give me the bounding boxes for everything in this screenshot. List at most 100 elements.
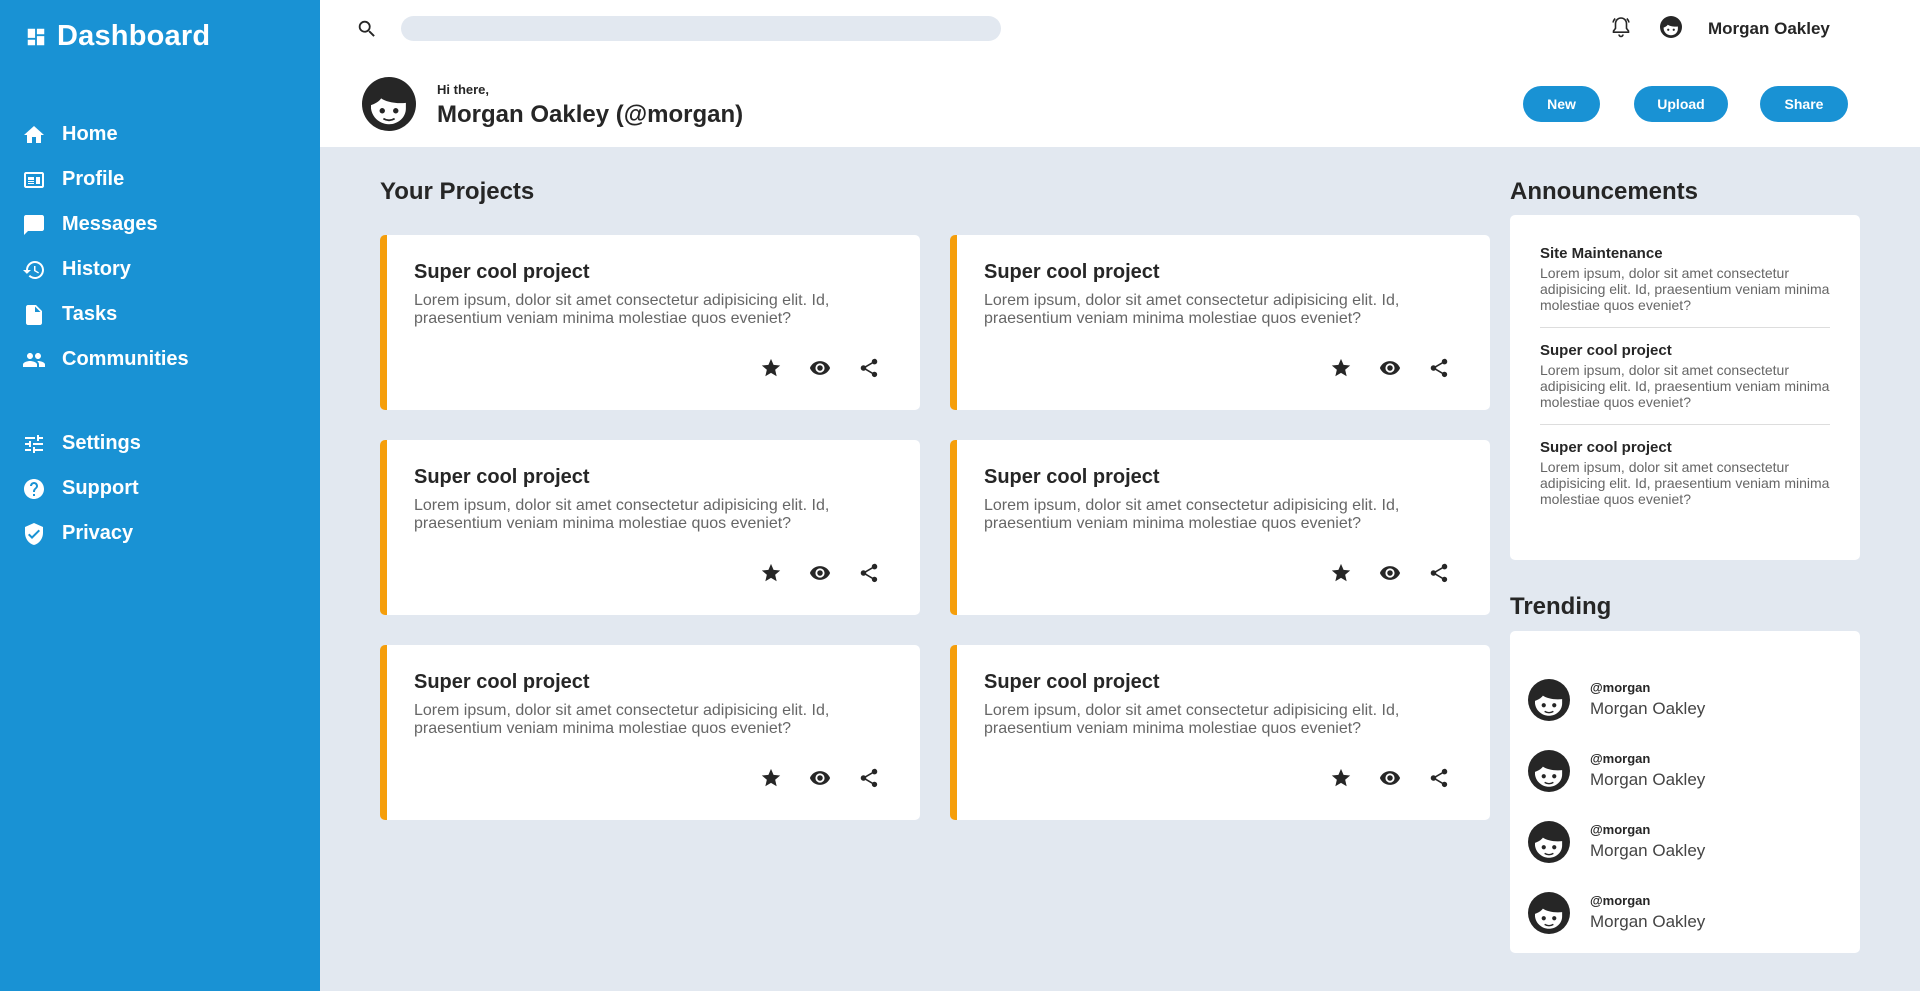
- sidebar-item-support[interactable]: Support: [22, 466, 302, 511]
- announcement-title: Super cool project: [1540, 342, 1672, 359]
- project-description: Lorem ipsum, dolor sit amet consectetur …: [414, 702, 830, 737]
- trending-user-info: @morgan Morgan Oakley: [1590, 822, 1705, 861]
- people-icon: [22, 348, 46, 372]
- share-icon[interactable]: [858, 767, 880, 789]
- new-button[interactable]: New: [1523, 86, 1600, 122]
- star-icon[interactable]: [760, 767, 782, 789]
- project-actions: [760, 562, 880, 584]
- trending-user-info: @morgan Morgan Oakley: [1590, 893, 1705, 932]
- secondary-nav: Settings Support Privacy: [22, 421, 302, 556]
- sidebar-item-tasks[interactable]: Tasks: [22, 292, 302, 337]
- project-title: Super cool project: [414, 466, 590, 488]
- sidebar-item-label: History: [62, 258, 131, 280]
- project-card[interactable]: Super cool project Lorem ipsum, dolor si…: [950, 645, 1490, 820]
- sidebar-item-communities[interactable]: Communities: [22, 337, 302, 382]
- project-title: Super cool project: [984, 671, 1160, 693]
- trending-panel: @morgan Morgan Oakley @morgan Morgan Oak…: [1510, 631, 1860, 953]
- announcements-heading: Announcements: [1510, 178, 1699, 205]
- avatar: [1528, 820, 1570, 863]
- user-display-name: Morgan Oakley (@morgan): [437, 101, 744, 128]
- help-icon: [22, 477, 46, 501]
- share-icon[interactable]: [858, 357, 880, 379]
- share-button[interactable]: Share: [1760, 86, 1848, 122]
- project-description: Lorem ipsum, dolor sit amet consectetur …: [984, 497, 1400, 532]
- sidebar-item-label: Privacy: [62, 522, 134, 544]
- sidebar: Dashboard Home Profile Messages History …: [0, 0, 320, 991]
- sliders-icon: [22, 432, 46, 456]
- project-card[interactable]: Super cool project Lorem ipsum, dolor si…: [380, 440, 920, 615]
- announcement-body: Lorem ipsum, dolor sit amet consectetur …: [1540, 265, 1830, 313]
- header-username[interactable]: Morgan Oakley: [1708, 19, 1830, 39]
- eye-icon[interactable]: [1379, 357, 1401, 379]
- dashboard-grid-icon: [25, 26, 47, 48]
- profile-avatar: [362, 77, 416, 131]
- search-icon[interactable]: [356, 18, 378, 40]
- sidebar-item-settings[interactable]: Settings: [22, 421, 302, 466]
- star-icon[interactable]: [1330, 562, 1352, 584]
- eye-icon[interactable]: [809, 562, 831, 584]
- document-icon: [22, 303, 46, 327]
- project-card[interactable]: Super cool project Lorem ipsum, dolor si…: [950, 235, 1490, 410]
- greeting-label: Hi there,: [437, 82, 490, 97]
- user-name: Morgan Oakley: [1590, 699, 1706, 718]
- project-card[interactable]: Super cool project Lorem ipsum, dolor si…: [950, 440, 1490, 615]
- top-header: Morgan Oakley Hi there, Morgan Oakley (@…: [320, 0, 1920, 147]
- id-card-icon: [22, 168, 46, 192]
- avatar[interactable]: [1660, 16, 1682, 38]
- user-handle: @morgan: [1590, 822, 1651, 837]
- share-icon[interactable]: [1428, 767, 1450, 789]
- sidebar-item-label: Messages: [62, 213, 158, 235]
- project-description: Lorem ipsum, dolor sit amet consectetur …: [414, 497, 830, 532]
- sidebar-item-home[interactable]: Home: [22, 112, 302, 157]
- trending-user[interactable]: @morgan Morgan Oakley: [1528, 806, 1860, 877]
- sidebar-item-history[interactable]: History: [22, 247, 302, 292]
- announcement-title: Super cool project: [1540, 439, 1672, 456]
- share-icon[interactable]: [1428, 562, 1450, 584]
- user-handle: @morgan: [1590, 751, 1651, 766]
- announcement-body: Lorem ipsum, dolor sit amet consectetur …: [1540, 362, 1830, 410]
- project-grid: Super cool project Lorem ipsum, dolor si…: [380, 235, 1490, 820]
- eye-icon[interactable]: [809, 767, 831, 789]
- project-actions: [1330, 767, 1450, 789]
- project-card[interactable]: Super cool project Lorem ipsum, dolor si…: [380, 235, 920, 410]
- star-icon[interactable]: [1330, 357, 1352, 379]
- announcements-panel: Site Maintenance Lorem ipsum, dolor sit …: [1510, 215, 1860, 560]
- project-actions: [760, 357, 880, 379]
- eye-icon[interactable]: [1379, 767, 1401, 789]
- search-input[interactable]: [401, 16, 1001, 41]
- history-icon: [22, 258, 46, 282]
- user-name: Morgan Oakley: [1590, 912, 1706, 931]
- app-title: Dashboard: [57, 20, 211, 52]
- trending-user-info: @morgan Morgan Oakley: [1590, 680, 1705, 719]
- avatar: [1528, 749, 1570, 792]
- trending-user-info: @morgan Morgan Oakley: [1590, 751, 1705, 790]
- shield-icon: [22, 522, 46, 546]
- trending-user[interactable]: @morgan Morgan Oakley: [1528, 664, 1860, 735]
- bell-icon[interactable]: [1609, 15, 1633, 39]
- avatar: [1528, 678, 1570, 721]
- sidebar-item-label: Communities: [62, 348, 189, 370]
- eye-icon[interactable]: [809, 357, 831, 379]
- star-icon[interactable]: [1330, 767, 1352, 789]
- sidebar-item-privacy[interactable]: Privacy: [22, 511, 302, 556]
- eye-icon[interactable]: [1379, 562, 1401, 584]
- announcement-body: Lorem ipsum, dolor sit amet consectetur …: [1540, 459, 1830, 507]
- share-icon[interactable]: [858, 562, 880, 584]
- sidebar-item-messages[interactable]: Messages: [22, 202, 302, 247]
- chat-icon: [22, 213, 46, 237]
- sidebar-item-profile[interactable]: Profile: [22, 157, 302, 202]
- trending-user[interactable]: @morgan Morgan Oakley: [1528, 877, 1860, 948]
- project-actions: [1330, 357, 1450, 379]
- upload-button[interactable]: Upload: [1634, 86, 1728, 122]
- share-icon[interactable]: [1428, 357, 1450, 379]
- sidebar-item-label: Profile: [62, 168, 125, 190]
- star-icon[interactable]: [760, 357, 782, 379]
- announcement-item[interactable]: Site Maintenance Lorem ipsum, dolor sit …: [1540, 245, 1830, 328]
- announcement-item[interactable]: Super cool project Lorem ipsum, dolor si…: [1540, 439, 1830, 521]
- announcement-item[interactable]: Super cool project Lorem ipsum, dolor si…: [1540, 342, 1830, 425]
- trending-user[interactable]: @morgan Morgan Oakley: [1528, 735, 1860, 806]
- project-actions: [1330, 562, 1450, 584]
- project-card[interactable]: Super cool project Lorem ipsum, dolor si…: [380, 645, 920, 820]
- user-name: Morgan Oakley: [1590, 770, 1706, 789]
- star-icon[interactable]: [760, 562, 782, 584]
